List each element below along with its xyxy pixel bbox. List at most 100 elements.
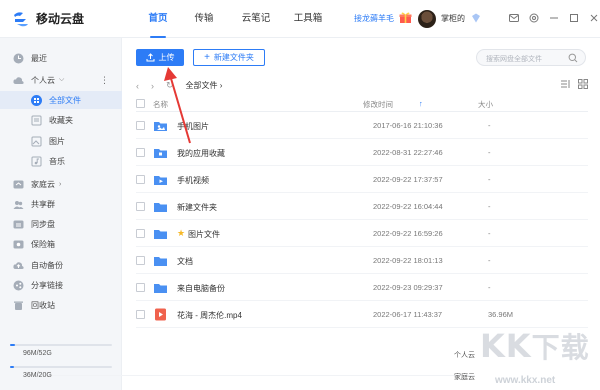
- quota-fill: [10, 366, 15, 368]
- table-row[interactable]: 来自电脑备份 2022-09-23 09:29:37 -: [136, 275, 588, 301]
- row-checkbox[interactable]: [136, 202, 145, 211]
- sidebar-item-sync-disk[interactable]: 同步盘: [0, 215, 122, 233]
- mail-icon[interactable]: [508, 12, 520, 24]
- upload-button[interactable]: 上传: [136, 49, 184, 66]
- sidebar-item-label: 自动备份: [31, 260, 63, 270]
- new-folder-button[interactable]: + 新建文件夹: [193, 49, 265, 66]
- file-date: 2022-06-17 11:43:37: [373, 310, 443, 319]
- table-row[interactable]: ★ 图片文件 2022-09-22 16:59:26 -: [136, 221, 588, 247]
- row-checkbox[interactable]: [136, 229, 145, 238]
- col-size[interactable]: 大小: [478, 99, 493, 110]
- image-icon: [31, 136, 42, 146]
- folder-icon: [154, 230, 167, 239]
- row-checkbox[interactable]: [136, 256, 145, 265]
- table-row[interactable]: 花海 - 周杰伦.mp4 2022-06-17 11:43:37 36.96M: [136, 302, 588, 328]
- group-icon: [13, 200, 24, 209]
- row-checkbox[interactable]: [136, 121, 145, 130]
- sidebar-item-label: 保险箱: [31, 239, 55, 249]
- main-nav: 首页 传输 云笔记 工具箱: [138, 0, 334, 38]
- sidebar-item-music[interactable]: 音乐: [0, 152, 122, 170]
- table-row[interactable]: 文档 2022-09-22 18:01:13 -: [136, 248, 588, 274]
- row-checkbox[interactable]: [136, 310, 145, 319]
- table-row[interactable]: 我的应用收藏 2022-08-31 22:27:46 -: [136, 140, 588, 166]
- promo-link[interactable]: 接龙薅羊毛: [354, 13, 394, 24]
- sidebar-item-recent[interactable]: 最近: [0, 49, 122, 67]
- row-checkbox[interactable]: [136, 283, 145, 292]
- nav-notes[interactable]: 云笔记: [230, 0, 282, 38]
- sidebar-item-recycle-bin[interactable]: 回收站: [0, 296, 122, 314]
- quota-fill: [10, 344, 16, 346]
- table-row[interactable]: 手机图片 2017-06-16 21:10:36-: [136, 113, 588, 139]
- quota-personal: 96M/52G 个人云: [10, 344, 475, 376]
- sort-asc-icon[interactable]: ↑: [419, 99, 423, 108]
- vip-badge-icon[interactable]: [471, 13, 481, 23]
- file-size: -: [488, 256, 491, 265]
- sidebar-item-share-link[interactable]: 分享链接: [0, 276, 122, 294]
- safe-icon: [13, 240, 24, 248]
- sidebar-item-label: 音乐: [49, 156, 65, 166]
- sidebar-item-personal-cloud[interactable]: 个人云 ⌵ ⋮: [0, 71, 122, 89]
- row-checkbox[interactable]: [136, 175, 145, 184]
- app-logo[interactable]: 移动云盘: [12, 10, 84, 27]
- sidebar-item-auto-backup[interactable]: 自动备份: [0, 256, 122, 274]
- sidebar-item-label: 全部文件: [49, 95, 81, 105]
- sidebar-item-share-group[interactable]: 共享群: [0, 195, 122, 213]
- music-icon: [31, 156, 42, 166]
- chevron-right-icon[interactable]: ›: [59, 181, 61, 188]
- search-icon[interactable]: [568, 53, 578, 63]
- sidebar-item-favorites[interactable]: 收藏夹: [0, 111, 122, 129]
- table-row[interactable]: 新建文件夹 2022-09-22 16:04:44 -: [136, 194, 588, 220]
- file-date: 2022-09-22 17:37:57: [373, 175, 443, 184]
- col-modified[interactable]: 修改时间: [363, 99, 393, 110]
- username[interactable]: 掌柜的: [441, 13, 465, 24]
- back-icon[interactable]: ‹: [136, 81, 139, 91]
- forward-icon[interactable]: ›: [151, 81, 154, 91]
- gift-icon[interactable]: [399, 11, 412, 24]
- watermark-url: www.kkx.net: [495, 375, 556, 386]
- all-files-icon: [31, 94, 42, 106]
- search-input[interactable]: 搜索网盘全部文件: [476, 49, 586, 66]
- avatar[interactable]: [418, 10, 436, 28]
- share-icon: [13, 280, 24, 290]
- upload-label: 上传: [158, 53, 175, 62]
- file-name[interactable]: 来自电脑备份: [177, 283, 225, 294]
- sidebar-item-images[interactable]: 图片: [0, 132, 122, 150]
- select-all-checkbox[interactable]: [136, 99, 145, 108]
- more-icon[interactable]: ⋮: [100, 75, 109, 86]
- app-title: 移动云盘: [36, 12, 85, 26]
- sort-list-icon[interactable]: [559, 78, 571, 90]
- maximize-icon[interactable]: [568, 12, 580, 24]
- file-name[interactable]: 文档: [177, 256, 193, 267]
- minimize-icon[interactable]: [548, 12, 560, 24]
- sidebar-item-all-files[interactable]: 全部文件: [0, 91, 122, 109]
- row-checkbox[interactable]: [136, 148, 145, 157]
- sidebar-item-family-cloud[interactable]: 家庭云 ›: [0, 175, 122, 193]
- file-name[interactable]: 新建文件夹: [177, 202, 217, 213]
- close-icon[interactable]: [588, 12, 600, 24]
- window-controls: [508, 12, 600, 24]
- nav-toolbox[interactable]: 工具箱: [282, 0, 334, 38]
- upload-icon: [146, 53, 154, 62]
- sidebar-item-label: 共享群: [31, 199, 55, 209]
- sidebar-item-label: 回收站: [31, 300, 55, 310]
- nav-transfer[interactable]: 传输: [178, 0, 230, 38]
- nav-home[interactable]: 首页: [138, 0, 178, 38]
- file-name[interactable]: 手机视频: [177, 175, 209, 186]
- file-name[interactable]: 图片文件: [188, 229, 220, 240]
- table-row[interactable]: 手机视频 2022-09-22 17:37:57 -: [136, 167, 588, 193]
- backup-icon: [13, 261, 24, 269]
- sidebar: 最近 个人云 ⌵ ⋮ 全部文件 收藏夹 图片 音乐 家庭云 › 共享群 同步盘 …: [0, 38, 475, 390]
- cloud-logo-icon: [14, 11, 28, 26]
- sidebar-item-label: 家庭云: [31, 179, 55, 189]
- file-name[interactable]: 我的应用收藏: [177, 148, 225, 159]
- sidebar-item-label: 最近: [31, 53, 47, 63]
- quota-bar: [10, 344, 112, 346]
- settings-icon[interactable]: [528, 12, 540, 24]
- file-size: -: [488, 121, 491, 130]
- sidebar-item-label: 个人云: [31, 75, 55, 85]
- sidebar-item-safe-box[interactable]: 保险箱: [0, 235, 122, 253]
- chevron-down-icon[interactable]: ⌵: [59, 76, 64, 84]
- grid-view-icon[interactable]: [577, 78, 589, 90]
- file-name[interactable]: 花海 - 周杰伦.mp4: [177, 310, 242, 321]
- trash-icon: [14, 301, 23, 310]
